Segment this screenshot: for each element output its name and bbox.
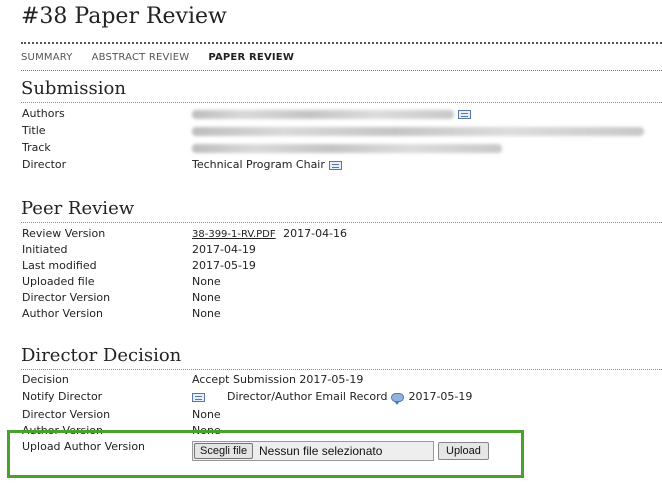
track-value (192, 141, 502, 154)
peer-review-heading: Peer Review (21, 198, 135, 219)
director-decision-heading: Director Decision (21, 345, 182, 366)
mail-icon[interactable] (328, 160, 342, 170)
authors-value (192, 107, 471, 120)
initiated-value: 2017-04-19 (192, 243, 256, 256)
review-version-value: 38-399-1-RV.PDF 2017-04-16 (192, 227, 347, 240)
director-version-value: None (192, 291, 221, 304)
decision-director-version-label: Director Version (22, 408, 111, 421)
redacted-title (192, 126, 644, 136)
page-title: #38 Paper Review (21, 4, 227, 29)
file-input[interactable]: Scegli file Nessun file selezionato (192, 441, 434, 461)
track-label: Track (22, 141, 51, 154)
review-version-label: Review Version (22, 227, 106, 240)
review-version-file-link[interactable]: 38-399-1-RV.PDF (192, 229, 276, 240)
director-label: Director (22, 158, 67, 171)
mail-icon[interactable] (192, 392, 205, 402)
notify-director-value: Director/Author Email Record 2017-05-19 (192, 390, 473, 405)
director-value: Technical Program Chair (192, 158, 342, 171)
notify-director-label: Notify Director (22, 390, 103, 403)
decision-value: Accept Submission 2017-05-19 (192, 373, 364, 386)
tab-paper-review[interactable]: Paper Review (208, 52, 294, 63)
director-decision-divider (21, 369, 662, 370)
uploaded-file-label: Uploaded file (22, 275, 95, 288)
submission-heading: Submission (21, 78, 126, 99)
peer-review-divider (21, 222, 662, 223)
author-version-label: Author Version (22, 307, 103, 320)
decision-director-version-value: None (192, 408, 221, 421)
review-version-date: 2017-04-16 (283, 227, 348, 240)
tab-summary[interactable]: Summary (21, 52, 73, 63)
director-name: Technical Program Chair (192, 158, 325, 171)
title-label: Title (22, 124, 46, 137)
redacted-track (192, 143, 502, 153)
director-version-label: Director Version (22, 291, 111, 304)
decision-label: Decision (22, 373, 69, 386)
title-value (192, 124, 644, 137)
email-record-date: 2017-05-19 (408, 390, 473, 403)
tab-bar: Summary Abstract Review Paper Review (21, 52, 294, 63)
submission-divider (21, 102, 662, 103)
upload-author-version-label: Upload Author Version (22, 440, 146, 453)
tabs-divider (21, 70, 662, 71)
upload-button[interactable]: Upload (438, 442, 489, 460)
tab-abstract-review[interactable]: Abstract Review (92, 52, 190, 63)
comment-icon[interactable] (391, 392, 405, 405)
choose-file-button[interactable]: Scegli file (194, 443, 254, 459)
last-modified-value: 2017-05-19 (192, 259, 256, 272)
uploaded-file-value: None (192, 275, 221, 288)
initiated-label: Initiated (22, 243, 68, 256)
last-modified-label: Last modified (22, 259, 97, 272)
redacted-authors (192, 109, 454, 119)
authors-label: Authors (22, 107, 65, 120)
title-divider (21, 42, 662, 44)
author-version-value: None (192, 307, 221, 320)
mail-icon[interactable] (458, 109, 471, 119)
no-file-selected-text: Nessun file selezionato (259, 444, 383, 458)
email-record-link[interactable]: Director/Author Email Record (227, 390, 387, 403)
